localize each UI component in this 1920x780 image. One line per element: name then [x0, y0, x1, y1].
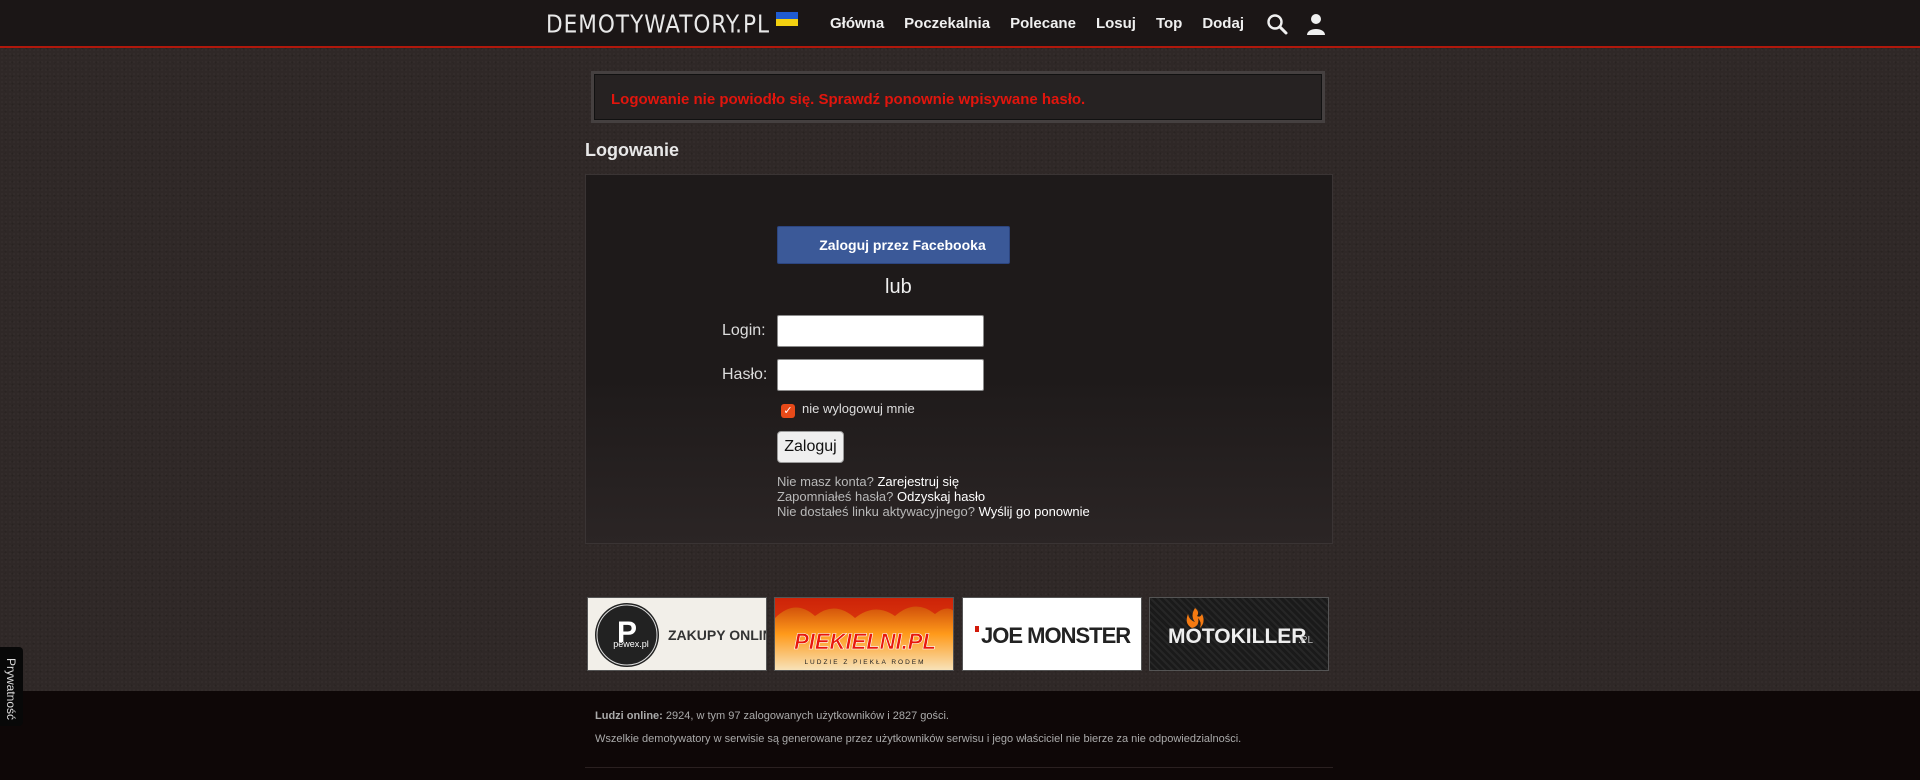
nav-top[interactable]: Top: [1156, 15, 1182, 32]
nav-poczekalnia[interactable]: Poczekalnia: [904, 15, 990, 32]
pewex-logo-icon: P pewex.pl ZAKUPY ONLINE: [595, 603, 767, 667]
partner-banner-joemonster[interactable]: JOE MONSTER: [962, 597, 1142, 671]
recover-password-link[interactable]: Odzyskaj hasło: [897, 489, 985, 504]
logo-text: DEMOTYWATORY.PL: [546, 9, 771, 39]
partner-banner-motokiller[interactable]: MOTOKILLER .PL: [1149, 597, 1329, 671]
no-account-text: Nie masz konta?: [777, 474, 874, 489]
partner-suffix-motokiller: .PL: [1298, 635, 1313, 646]
user-icon[interactable]: [1304, 12, 1328, 36]
search-icon[interactable]: [1265, 12, 1289, 36]
main-nav: Główna Poczekalnia Polecane Losuj Top Do…: [830, 15, 1264, 32]
privacy-label: Prywatność: [4, 658, 18, 721]
activation-line: Nie dostałeś linku aktywacyjnego? Wyślij…: [777, 504, 1090, 519]
partner-tagline-pewex: ZAKUPY ONLINE: [668, 627, 767, 643]
privacy-tab[interactable]: Prywatność: [0, 647, 23, 726]
partner-name-piekielni: PIEKIELNI.PL: [794, 629, 936, 654]
piekielni-logo-icon: PIEKIELNI.PL LUDZIE Z PIEKŁA RODEM: [775, 598, 953, 666]
error-message: Logowanie nie powiodło się. Sprawdź pono…: [611, 91, 1086, 108]
footer: Ludzi online: 2924, w tym 97 zalogowanyc…: [0, 691, 1920, 780]
page-title: Logowanie: [585, 140, 679, 160]
facebook-login-button[interactable]: Zaloguj przez Facebooka: [777, 226, 1010, 264]
or-separator: lub: [885, 276, 912, 298]
online-label: Ludzi online:: [595, 710, 663, 722]
register-line: Nie masz konta? Zarejestruj się: [777, 474, 959, 489]
top-navbar: DEMOTYWATORY.PL Główna Poczekalnia Polec…: [0, 0, 1920, 48]
no-activation-text: Nie dostałeś linku aktywacyjnego?: [777, 504, 975, 519]
online-stats: Ludzi online: 2924, w tym 97 zalogowanyc…: [595, 710, 949, 722]
ukraine-flag-icon: [776, 12, 799, 26]
error-alert: Logowanie nie powiodło się. Sprawdź pono…: [591, 71, 1325, 123]
password-input[interactable]: [777, 359, 984, 391]
nav-losuj[interactable]: Losuj: [1096, 15, 1136, 32]
resend-activation-link[interactable]: Wyślij go ponownie: [979, 504, 1090, 519]
recover-line: Zapomniałeś hasła? Odzyskaj hasło: [777, 489, 985, 504]
joemonster-logo-icon: JOE MONSTER: [975, 623, 1132, 648]
forgot-password-text: Zapomniałeś hasła?: [777, 489, 894, 504]
partner-name-motokiller: MOTOKILLER: [1168, 625, 1306, 648]
partner-name-joemonster: JOE MONSTER: [981, 623, 1131, 648]
password-label: Hasło:: [722, 366, 768, 383]
motokiller-logo-icon: MOTOKILLER .PL: [1168, 608, 1313, 648]
login-submit-button[interactable]: Zaloguj: [777, 431, 844, 463]
facebook-login-label: Zaloguj przez Facebooka: [819, 237, 986, 253]
partner-banner-pewex[interactable]: P pewex.pl ZAKUPY ONLINE: [587, 597, 767, 671]
register-link[interactable]: Zarejestruj się: [877, 474, 959, 489]
login-input[interactable]: [777, 315, 984, 347]
nav-polecane[interactable]: Polecane: [1010, 15, 1076, 32]
nav-glowna[interactable]: Główna: [830, 15, 884, 32]
login-label: Login:: [722, 322, 766, 339]
remember-me-checkbox[interactable]: ✓: [781, 404, 795, 418]
online-count-text: 2924, w tym 97 zalogowanych użytkowników…: [662, 710, 949, 722]
disclaimer-text: Wszelkie demotywatory w serwisie są gene…: [595, 733, 1242, 745]
partner-banner-piekielni[interactable]: PIEKIELNI.PL LUDZIE Z PIEKŁA RODEM: [774, 597, 954, 671]
nav-dodaj[interactable]: Dodaj: [1202, 15, 1244, 32]
remember-me-label: nie wylogowuj mnie: [802, 401, 915, 416]
site-logo[interactable]: DEMOTYWATORY.PL: [546, 9, 799, 39]
footer-divider: [585, 767, 1333, 768]
partner-tagline-piekielni: LUDZIE Z PIEKŁA RODEM: [804, 659, 925, 666]
partner-name-pewex: pewex.pl: [613, 639, 649, 649]
